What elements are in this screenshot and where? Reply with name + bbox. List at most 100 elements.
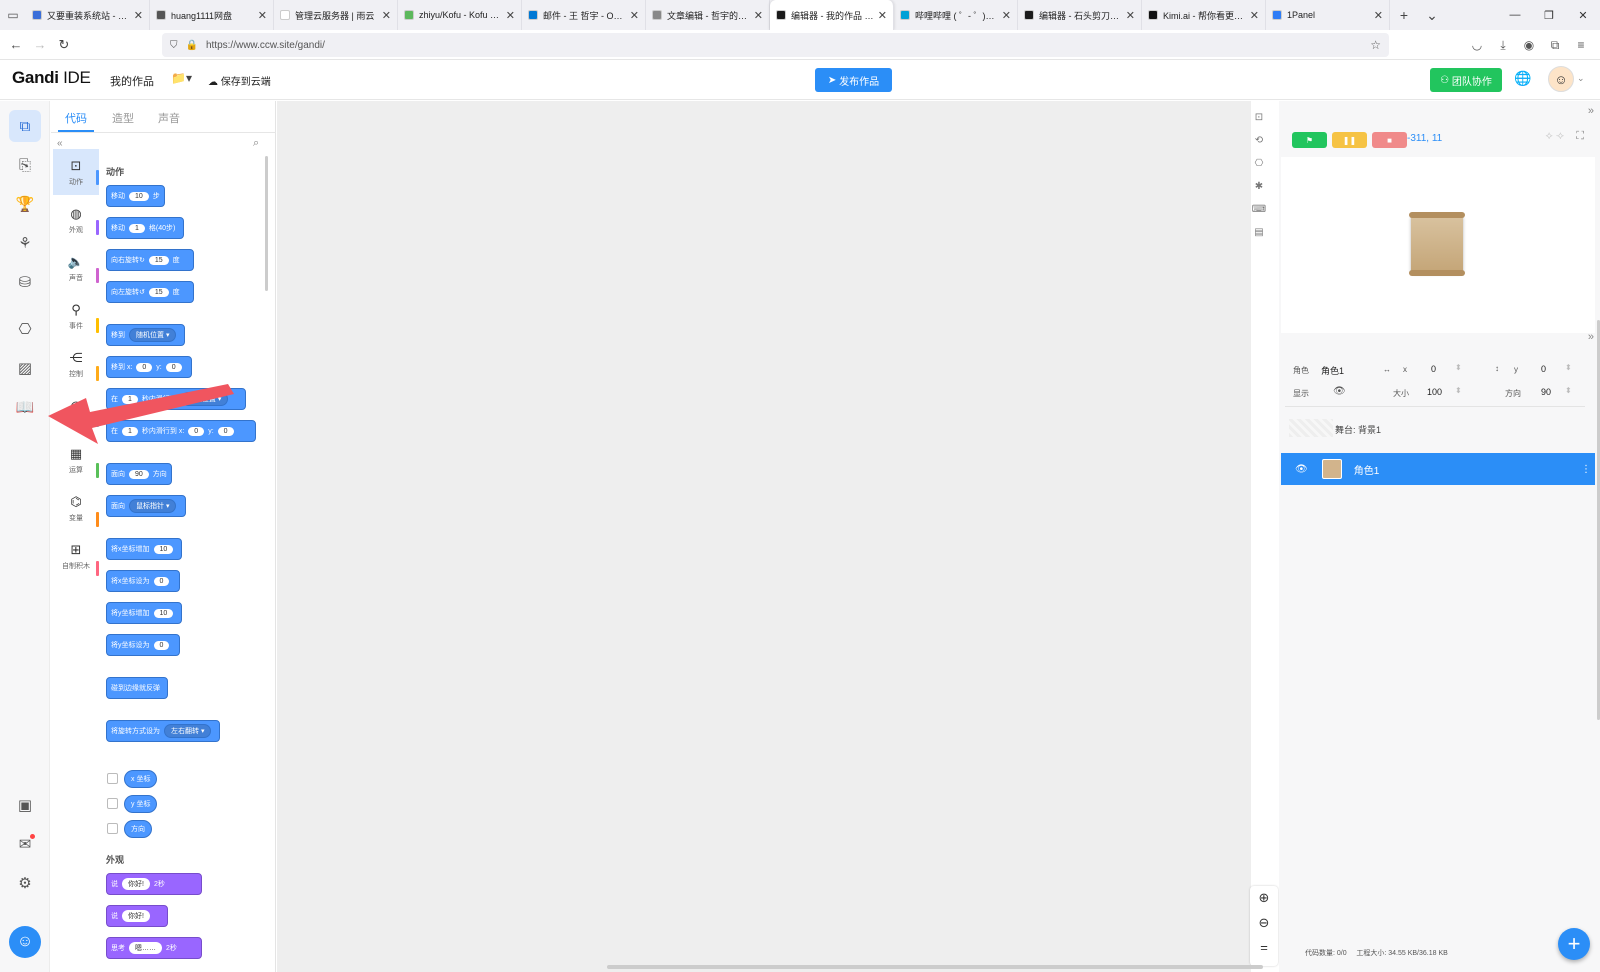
category-3[interactable]: ⚲ 事件 (53, 293, 99, 339)
block-say[interactable]: 说你好! (106, 905, 168, 927)
block-input[interactable]: 10 (153, 544, 174, 554)
block-input[interactable]: 你好! (122, 878, 150, 890)
browser-tab[interactable]: huang1111网盘 ✕ (150, 0, 274, 30)
block-input[interactable]: 0 (153, 640, 170, 650)
block-input[interactable]: 0 (153, 576, 170, 586)
robot-helper-icon[interactable]: ⎔ (1251, 158, 1267, 174)
notification-icon[interactable]: ✉ (9, 828, 41, 860)
robot-icon[interactable]: ⎔ (9, 313, 41, 345)
screenshot-icon[interactable]: ⊡ (1251, 112, 1267, 128)
back-icon[interactable]: ← (4, 37, 28, 52)
sprite-list-item[interactable]: 👁 角色1 ⋮ (1281, 453, 1595, 485)
history-icon[interactable]: ⟲ (1251, 135, 1267, 151)
zoom-in-icon[interactable]: ⊕ (1250, 890, 1278, 906)
url-bar[interactable]: ⛉ 🔒 https://www.ccw.site/gandi/ ☆ (162, 33, 1389, 57)
block-input[interactable]: 嗯…… (129, 942, 162, 954)
bookmark-star-icon[interactable]: ☆ (1370, 38, 1381, 52)
browser-tab[interactable]: zhiyu/Kofu - Kofu - Ui ✕ (398, 0, 522, 30)
stage-backdrop-thumb[interactable] (1289, 419, 1333, 437)
block-input[interactable]: 15 (148, 255, 169, 265)
language-globe-icon[interactable]: 🌐 (1514, 70, 1531, 87)
award-icon[interactable]: ⚘ (9, 227, 41, 259)
block-dropdown[interactable]: 鼠标指针 ▾ (129, 499, 177, 513)
stage-view[interactable] (1281, 157, 1595, 333)
maximize-icon[interactable]: ❐ (1532, 0, 1566, 30)
stage-size-icon[interactable]: ⟡ ⟢ (1546, 130, 1564, 143)
direction-field[interactable]: 90 (1541, 387, 1551, 397)
block-move-grid[interactable]: 移动 1 格(40步) (106, 217, 184, 239)
new-tab-button[interactable]: + (1390, 7, 1418, 23)
sprite-eye-icon[interactable]: 👁 (1295, 464, 1308, 475)
tab-sounds[interactable]: 声音 (158, 110, 180, 126)
close-tab-icon[interactable]: ✕ (506, 9, 515, 22)
close-tab-icon[interactable]: ✕ (1126, 9, 1135, 22)
direction-stepper-icon[interactable]: ⬍ (1565, 386, 1572, 395)
x-field[interactable]: 0 (1431, 364, 1436, 374)
code-editor-icon[interactable]: ⧉ (9, 110, 41, 142)
code-canvas[interactable] (277, 101, 1251, 972)
trophy-icon[interactable]: 🏆 (9, 188, 41, 220)
block-change-y[interactable]: 将y坐标增加 10 (106, 602, 183, 624)
block-turn-right[interactable]: 向右旋转 ↻ 15 度 (106, 249, 194, 271)
team-collab-button[interactable]: ⚇ 团队协作 (1430, 68, 1502, 92)
debug-bug-icon[interactable]: ✱ (1251, 181, 1267, 197)
reporter-checkbox[interactable] (107, 823, 118, 834)
sidebar-user-avatar[interactable]: ☺ (9, 926, 41, 958)
fullscreen-icon[interactable]: ⛶ (1576, 130, 1584, 143)
document-icon[interactable]: ▤ (1251, 227, 1267, 243)
close-tab-icon[interactable]: ✕ (754, 9, 763, 22)
category-4[interactable]: ⋲ 控制 (53, 341, 99, 387)
stage-backdrop-label[interactable]: 舞台: 背景1 (1335, 423, 1381, 436)
x-stepper-icon[interactable]: ⬍ (1455, 363, 1462, 372)
gandi-badge-icon[interactable]: ▣ (9, 789, 41, 821)
category-0[interactable]: ⊡ 动作 (53, 149, 99, 195)
category-8[interactable]: ⊞ 自制积木 (53, 533, 99, 579)
palette-scrollbar[interactable] (265, 156, 268, 291)
publish-button[interactable]: ➤ 发布作品 (815, 68, 892, 92)
block-input[interactable]: 10 (153, 608, 174, 618)
category-2[interactable]: 🔈 声音 (53, 245, 99, 291)
block-input[interactable]: 90 (129, 469, 149, 479)
category-1[interactable]: ◍ 外观 (53, 197, 99, 243)
user-avatar[interactable]: ☺ (1548, 66, 1574, 92)
block-input[interactable]: 0 (136, 362, 153, 372)
account-icon[interactable]: ◉ (1516, 38, 1542, 52)
database-icon[interactable]: ⛁ (9, 266, 41, 298)
green-flag-button[interactable]: ⚑ (1292, 132, 1327, 148)
browser-tab[interactable]: 哔哩哔哩 ( ゜- ゜)つロ 干 ✕ (894, 0, 1018, 30)
my-works-link[interactable]: 我的作品 (110, 73, 154, 89)
pocket-icon[interactable]: ◡ (1464, 38, 1490, 52)
block-input[interactable]: 10 (129, 191, 149, 201)
reporter-rep-dir[interactable]: 方向 (124, 820, 152, 838)
tab-code[interactable]: 代码 (65, 110, 87, 126)
collapse-stage-icon[interactable]: » (1588, 105, 1594, 117)
block-point-dir[interactable]: 面向 90 方向 (106, 463, 172, 485)
sprite-scroll-image[interactable] (1409, 212, 1465, 276)
gandi-logo[interactable]: Gandi IDE (12, 68, 91, 88)
block-point-to[interactable]: 面向 鼠标指针 ▾ (106, 495, 186, 517)
close-tab-icon[interactable]: ✕ (1002, 9, 1011, 22)
close-tab-icon[interactable]: ✕ (258, 9, 267, 22)
book-icon[interactable]: 📖 (9, 391, 41, 423)
y-stepper-icon[interactable]: ⬍ (1565, 363, 1572, 372)
block-dropdown[interactable]: 左右翻转 ▾ (164, 724, 212, 738)
y-field[interactable]: 0 (1541, 364, 1546, 374)
block-think-secs[interactable]: 思考 嗯…… 2 秒 (106, 937, 202, 959)
close-tab-icon[interactable]: ✕ (134, 9, 143, 22)
canvas-horizontal-scrollbar[interactable] (607, 965, 1263, 969)
avatar-caret-icon[interactable]: ⌄ (1577, 73, 1585, 84)
add-sprite-button[interactable]: + (1558, 928, 1590, 960)
browser-tab[interactable]: Kimi.ai - 帮你看更大的 ✕ (1142, 0, 1266, 30)
minimize-icon[interactable]: — (1498, 0, 1532, 30)
size-field[interactable]: 100 (1427, 387, 1442, 397)
save-to-cloud-button[interactable]: ☁ 保存到云端 (208, 73, 271, 88)
image-icon[interactable]: ▨ (9, 352, 41, 384)
browser-tab[interactable]: 又要重装系统站 - 精品 ✕ (26, 0, 150, 30)
size-stepper-icon[interactable]: ⬍ (1455, 386, 1462, 395)
block-input[interactable]: 0 (165, 362, 182, 372)
block-bounce[interactable]: 碰到边缘就反弹 (106, 677, 168, 699)
block-set-y[interactable]: 将y坐标设为 0 (106, 634, 180, 656)
close-tab-icon[interactable]: ✕ (878, 9, 887, 22)
block-input[interactable]: 1 (129, 223, 145, 233)
reporter-rep-x[interactable]: x 坐标 (124, 770, 158, 788)
